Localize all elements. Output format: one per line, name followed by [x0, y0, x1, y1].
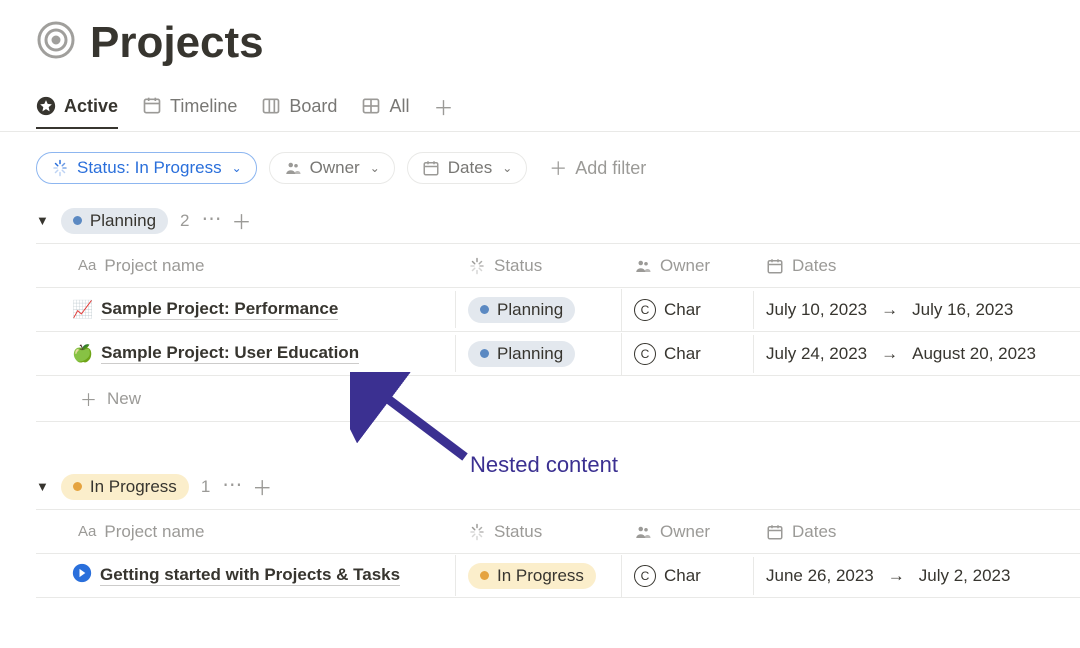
filter-owner[interactable]: Owner ⌄ — [269, 152, 395, 184]
filter-dates[interactable]: Dates ⌄ — [407, 152, 527, 184]
new-row-label: New — [107, 389, 141, 409]
tab-label: All — [389, 96, 409, 117]
tab-label: Timeline — [170, 96, 237, 117]
board-icon — [261, 96, 281, 116]
new-row-button[interactable]: ＋ New — [36, 376, 1080, 422]
owner-name: Char — [664, 344, 701, 364]
add-filter-label: Add filter — [575, 158, 646, 179]
cell-status[interactable]: Planning — [456, 333, 622, 375]
people-icon — [634, 523, 652, 541]
add-row-icon[interactable]: ＋ — [252, 472, 272, 501]
tab-label: Board — [289, 96, 337, 117]
group-header-planning[interactable]: ▼ Planning 2 ⋯ ＋ — [0, 196, 1080, 243]
cell-name[interactable]: 📈 Sample Project: Performance — [36, 291, 456, 328]
arrow-right-icon: → — [875, 300, 904, 320]
chevron-down-icon: ⌄ — [232, 161, 242, 175]
row-title: Getting started with Projects & Tasks — [100, 565, 400, 586]
filter-status[interactable]: Status: In Progress ⌄ — [36, 152, 257, 184]
avatar: C — [634, 299, 656, 321]
add-view-button[interactable]: ＋ — [433, 92, 453, 131]
collapse-icon[interactable]: ▼ — [36, 213, 49, 228]
add-row-icon[interactable]: ＋ — [232, 206, 252, 235]
table-planning: Aa Project name Status Owner Dates 📈 Sam… — [36, 243, 1080, 376]
tab-all[interactable]: All — [361, 96, 409, 129]
page-title: Projects — [90, 18, 264, 68]
annotation-label: Nested content — [470, 452, 618, 478]
cell-name[interactable]: Getting started with Projects & Tasks — [36, 555, 456, 596]
text-prop-icon: Aa — [78, 257, 96, 274]
calendar-icon — [766, 523, 784, 541]
col-header-owner[interactable]: Owner — [622, 514, 754, 550]
filters-row: Status: In Progress ⌄ Owner ⌄ Dates ⌄ ＋ … — [0, 132, 1080, 196]
owner-name: Char — [664, 566, 701, 586]
status-pill-planning[interactable]: Planning — [61, 208, 168, 234]
plus-icon: ＋ — [80, 386, 97, 411]
table-row[interactable]: 🍏 Sample Project: User Education Plannin… — [36, 332, 1080, 376]
page-target-icon — [36, 20, 76, 67]
tab-active[interactable]: Active — [36, 96, 118, 129]
row-title: Sample Project: User Education — [101, 343, 359, 364]
col-header-status[interactable]: Status — [456, 248, 622, 284]
col-header-status[interactable]: Status — [456, 514, 622, 550]
table-row[interactable]: 📈 Sample Project: Performance Planning C… — [36, 288, 1080, 332]
tab-timeline[interactable]: Timeline — [142, 96, 237, 129]
spinner-icon — [468, 523, 486, 541]
calendar-icon — [766, 257, 784, 275]
cell-status[interactable]: Planning — [456, 289, 622, 331]
cell-owner[interactable]: C Char — [622, 335, 754, 373]
avatar: C — [634, 565, 656, 587]
col-header-owner[interactable]: Owner — [622, 248, 754, 284]
text-prop-icon: Aa — [78, 523, 96, 540]
row-emoji — [72, 563, 92, 588]
table-row[interactable]: Getting started with Projects & Tasks In… — [36, 554, 1080, 598]
spinner-icon — [51, 159, 69, 177]
table-inprogress: Aa Project name Status Owner Dates Getti… — [36, 509, 1080, 598]
cell-dates[interactable]: July 10, 2023 → July 16, 2023 — [754, 292, 1080, 328]
more-icon[interactable]: ⋯ — [202, 206, 222, 235]
collapse-icon[interactable]: ▼ — [36, 479, 49, 494]
row-emoji: 📈 — [72, 300, 93, 320]
col-header-dates[interactable]: Dates — [754, 248, 1080, 284]
view-tabs: Active Timeline Board All ＋ — [0, 68, 1080, 132]
people-icon — [284, 159, 302, 177]
dot-icon — [73, 482, 82, 491]
arrow-right-icon: → — [875, 344, 904, 364]
filter-label: Status: In Progress — [77, 158, 222, 178]
cell-owner[interactable]: C Char — [622, 557, 754, 595]
group-count: 2 — [180, 211, 189, 231]
tab-board[interactable]: Board — [261, 96, 337, 129]
status-label: Planning — [90, 211, 156, 231]
cell-dates[interactable]: June 26, 2023 → July 2, 2023 — [754, 558, 1080, 594]
cell-name[interactable]: 🍏 Sample Project: User Education — [36, 335, 456, 372]
timeline-icon — [142, 96, 162, 116]
col-header-name[interactable]: Aa Project name — [36, 248, 456, 284]
row-title: Sample Project: Performance — [101, 299, 338, 320]
chevron-down-icon: ⌄ — [370, 161, 380, 175]
group-count: 1 — [201, 477, 210, 497]
filter-label: Dates — [448, 158, 492, 178]
star-icon — [36, 96, 56, 116]
dot-icon — [73, 216, 82, 225]
filter-label: Owner — [310, 158, 360, 178]
col-header-name[interactable]: Aa Project name — [36, 514, 456, 550]
row-emoji: 🍏 — [72, 344, 93, 364]
plus-icon: ＋ — [549, 155, 567, 181]
chevron-down-icon: ⌄ — [502, 161, 512, 175]
calendar-icon — [422, 159, 440, 177]
status-pill-inprogress[interactable]: In Progress — [61, 474, 189, 500]
cell-dates[interactable]: July 24, 2023 → August 20, 2023 — [754, 336, 1080, 372]
people-icon — [634, 257, 652, 275]
status-label: In Progress — [90, 477, 177, 497]
owner-name: Char — [664, 300, 701, 320]
cell-owner[interactable]: C Char — [622, 291, 754, 329]
more-icon[interactable]: ⋯ — [222, 472, 242, 501]
cell-status[interactable]: In Progress — [456, 555, 622, 597]
avatar: C — [634, 343, 656, 365]
col-header-dates[interactable]: Dates — [754, 514, 1080, 550]
spinner-icon — [468, 257, 486, 275]
table-icon — [361, 96, 381, 116]
tab-label: Active — [64, 96, 118, 117]
add-filter-button[interactable]: ＋ Add filter — [539, 150, 656, 186]
arrow-right-icon: → — [882, 566, 911, 586]
